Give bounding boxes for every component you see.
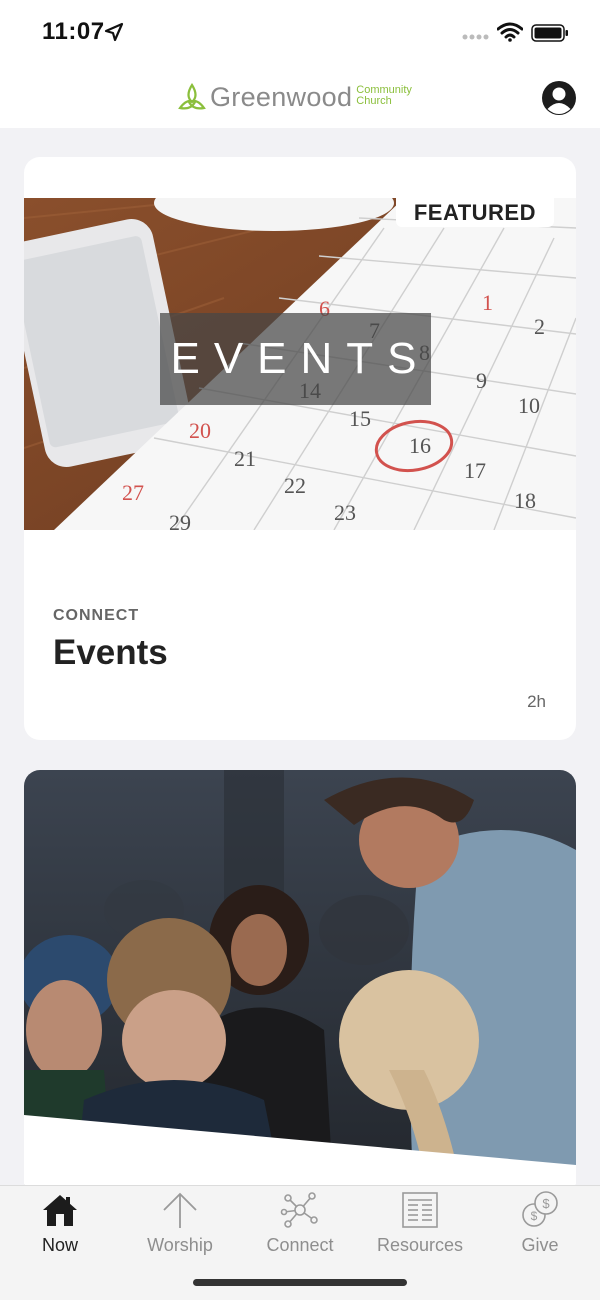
network-icon (280, 1192, 318, 1228)
svg-text:10: 10 (518, 393, 540, 418)
svg-text:15: 15 (349, 406, 371, 431)
status-time: 11:07 (42, 18, 105, 45)
svg-text:17: 17 (464, 458, 486, 483)
svg-text:9: 9 (476, 368, 487, 393)
battery-icon (531, 24, 568, 42)
events-banner: EVENTS (160, 313, 431, 405)
congregation-photo (24, 770, 576, 1200)
feed-card-events[interactable]: 910 218 1716 1514 2122 2329 87 120 276 E… (24, 157, 576, 740)
app-header: Greenwood Community Church (0, 66, 600, 128)
card-category: CONNECT (53, 607, 140, 624)
document-icon (402, 1192, 438, 1228)
svg-text:29: 29 (169, 510, 191, 530)
tab-label-give: Give (521, 1235, 559, 1255)
trinity-knot-icon (178, 82, 206, 110)
tab-label-connect: Connect (266, 1235, 334, 1255)
feed-card-worship-photo[interactable] (24, 770, 576, 1200)
logo-name: Greenwood (210, 81, 353, 112)
card-timestamp: 2h (527, 692, 546, 711)
wifi-icon (497, 22, 523, 42)
home-indicator[interactable] (193, 1279, 407, 1286)
svg-text:$: $ (542, 1196, 550, 1211)
home-icon (43, 1195, 77, 1226)
tab-label-now: Now (41, 1235, 78, 1255)
svg-text:18: 18 (514, 488, 536, 513)
signal-icon (462, 34, 489, 40)
tab-label-worship: Worship (147, 1235, 213, 1255)
coins-icon: $ $ (522, 1191, 558, 1227)
svg-text:2: 2 (534, 314, 545, 339)
card-title: Events (53, 633, 168, 672)
tab-resources[interactable]: Resources (360, 1186, 480, 1266)
svg-text:23: 23 (334, 500, 356, 525)
profile-avatar-icon[interactable] (541, 80, 577, 116)
svg-text:27: 27 (122, 480, 144, 505)
arrow-up-icon (163, 1192, 197, 1228)
svg-text:$: $ (531, 1209, 538, 1223)
tab-label-resources: Resources (376, 1235, 464, 1255)
svg-text:16: 16 (409, 433, 431, 458)
location-arrow-icon (104, 22, 124, 42)
svg-text:1: 1 (482, 290, 493, 315)
church-logo[interactable]: Greenwood Community Church (177, 80, 412, 114)
status-bar: 11:07 (0, 0, 600, 66)
svg-text:22: 22 (284, 473, 306, 498)
events-hero-image: 910 218 1716 1514 2122 2329 87 120 276 E… (24, 198, 576, 530)
svg-text:20: 20 (189, 418, 211, 443)
tab-now[interactable]: Now (0, 1186, 120, 1266)
svg-text:21: 21 (234, 446, 256, 471)
tab-worship[interactable]: Worship (120, 1186, 240, 1266)
logo-subtitle: Community Church (356, 85, 412, 107)
featured-badge: FEATURED (395, 198, 554, 227)
tab-give[interactable]: $ $ Give (480, 1186, 600, 1266)
logo-sub-line2: Church (356, 95, 392, 107)
tab-connect[interactable]: Connect (240, 1186, 360, 1266)
